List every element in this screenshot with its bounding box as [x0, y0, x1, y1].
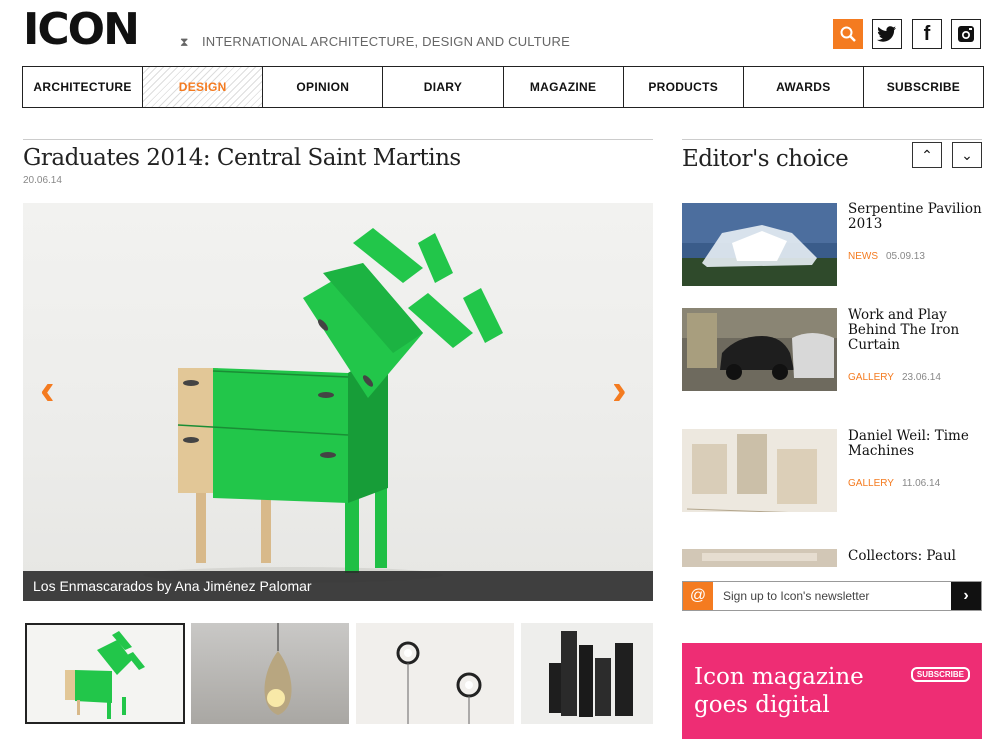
editors-choice-title-1[interactable]: Serpentine Pavilion 2013 — [848, 202, 988, 232]
editors-choice-image-1[interactable] — [682, 203, 837, 286]
nav-awards[interactable]: AWARDS — [744, 67, 864, 107]
date-label: 05.09.13 — [886, 251, 925, 262]
editors-choice-meta-1: NEWS 05.09.13 — [848, 251, 925, 262]
newsletter-submit-button[interactable]: › — [951, 582, 981, 610]
divider — [23, 139, 653, 140]
article-date: 20.06.14 — [23, 175, 62, 186]
search-button[interactable] — [833, 19, 863, 49]
next-slide-button[interactable]: › — [612, 368, 627, 412]
editors-choice-image-4[interactable] — [682, 549, 837, 567]
digital-magazine-promo[interactable]: Icon magazine goes digital SUBSCRIBE — [682, 643, 982, 739]
collectors-image — [682, 549, 837, 567]
thumbnail-sculptures-image — [549, 631, 633, 717]
thumbnail-cabinet-image — [65, 631, 145, 719]
scroll-up-button[interactable]: ⌃ — [912, 142, 942, 168]
chevron-down-icon: ⌄ — [961, 146, 973, 163]
nav-subscribe[interactable]: SUBSCRIBE — [864, 67, 983, 107]
instagram-icon — [958, 26, 974, 42]
article-title: Graduates 2014: Central Saint Martins — [23, 145, 461, 171]
promo-subscribe-button[interactable]: SUBSCRIBE — [910, 667, 970, 682]
editors-choice-image-2[interactable] — [682, 308, 837, 391]
category-label[interactable]: GALLERY — [848, 372, 894, 383]
hourglass-icon: ⧗ — [180, 35, 189, 49]
nav-magazine[interactable]: MAGAZINE — [504, 67, 624, 107]
editors-choice-image-3[interactable] — [682, 429, 837, 512]
date-label: 11.06.14 — [901, 478, 941, 489]
twitter-icon — [877, 26, 896, 42]
scroll-down-button[interactable]: ⌄ — [952, 142, 982, 168]
newsletter-signup[interactable]: @ Sign up to Icon's newsletter › — [682, 581, 982, 611]
editors-choice-meta-3: GALLERY 11.06.14 — [848, 478, 940, 489]
green-cabinet-image — [143, 228, 503, 583]
facebook-icon: f — [923, 22, 931, 45]
site-logo[interactable]: ICON — [23, 8, 140, 52]
editors-choice-title: Editor's choice — [682, 146, 849, 172]
date-label: 23.06.14 — [901, 372, 941, 383]
nav-design[interactable]: DESIGN — [143, 67, 264, 107]
promo-text: Icon magazine goes digital — [694, 663, 864, 719]
editors-choice-title-3[interactable]: Daniel Weil: Time Machines — [848, 429, 988, 459]
main-nav: ARCHITECTURE DESIGN OPINION DIARY MAGAZI… — [22, 66, 984, 108]
thumbnail-4[interactable] — [521, 623, 653, 724]
thumbnail-1[interactable] — [25, 623, 185, 724]
promo-line-1: Icon magazine — [694, 664, 864, 690]
category-label[interactable]: GALLERY — [848, 478, 894, 489]
nav-architecture[interactable]: ARCHITECTURE — [23, 67, 144, 107]
editors-choice-title-4[interactable]: Collectors: Paul — [848, 549, 988, 567]
editors-choice-title-2[interactable]: Work and Play Behind The Iron Curtain — [848, 308, 988, 353]
at-icon: @ — [683, 582, 713, 610]
sketches-image — [682, 429, 837, 512]
site-tagline: ⧗ INTERNATIONAL ARCHITECTURE, DESIGN AND … — [180, 34, 570, 50]
instagram-button[interactable] — [951, 19, 981, 49]
nav-diary[interactable]: DIARY — [383, 67, 504, 107]
search-icon — [840, 26, 856, 42]
nav-products[interactable]: PRODUCTS — [624, 67, 744, 107]
divider — [682, 139, 982, 140]
thumbnail-wall-lights-image — [396, 641, 482, 724]
editors-choice-meta-2: GALLERY 23.06.14 — [848, 372, 941, 383]
thumbnail-2[interactable] — [191, 623, 349, 724]
thumbnail-3[interactable] — [356, 623, 514, 724]
chevron-up-icon: ⌃ — [921, 146, 933, 163]
nav-opinion[interactable]: OPINION — [263, 67, 384, 107]
vintage-car-image — [682, 308, 837, 391]
category-label[interactable]: NEWS — [848, 251, 878, 262]
serpentine-pavilion-image — [682, 203, 837, 286]
thumbnail-lamp-image — [264, 623, 292, 715]
twitter-button[interactable] — [872, 19, 902, 49]
newsletter-input[interactable]: Sign up to Icon's newsletter — [723, 589, 869, 603]
hero-image[interactable] — [23, 203, 653, 601]
promo-line-2: goes digital — [694, 692, 830, 718]
facebook-button[interactable]: f — [912, 19, 942, 49]
tagline-text: INTERNATIONAL ARCHITECTURE, DESIGN AND C… — [202, 34, 570, 49]
prev-slide-button[interactable]: ‹ — [40, 368, 55, 412]
slide-caption: Los Enmascarados by Ana Jiménez Palomar — [23, 571, 653, 601]
